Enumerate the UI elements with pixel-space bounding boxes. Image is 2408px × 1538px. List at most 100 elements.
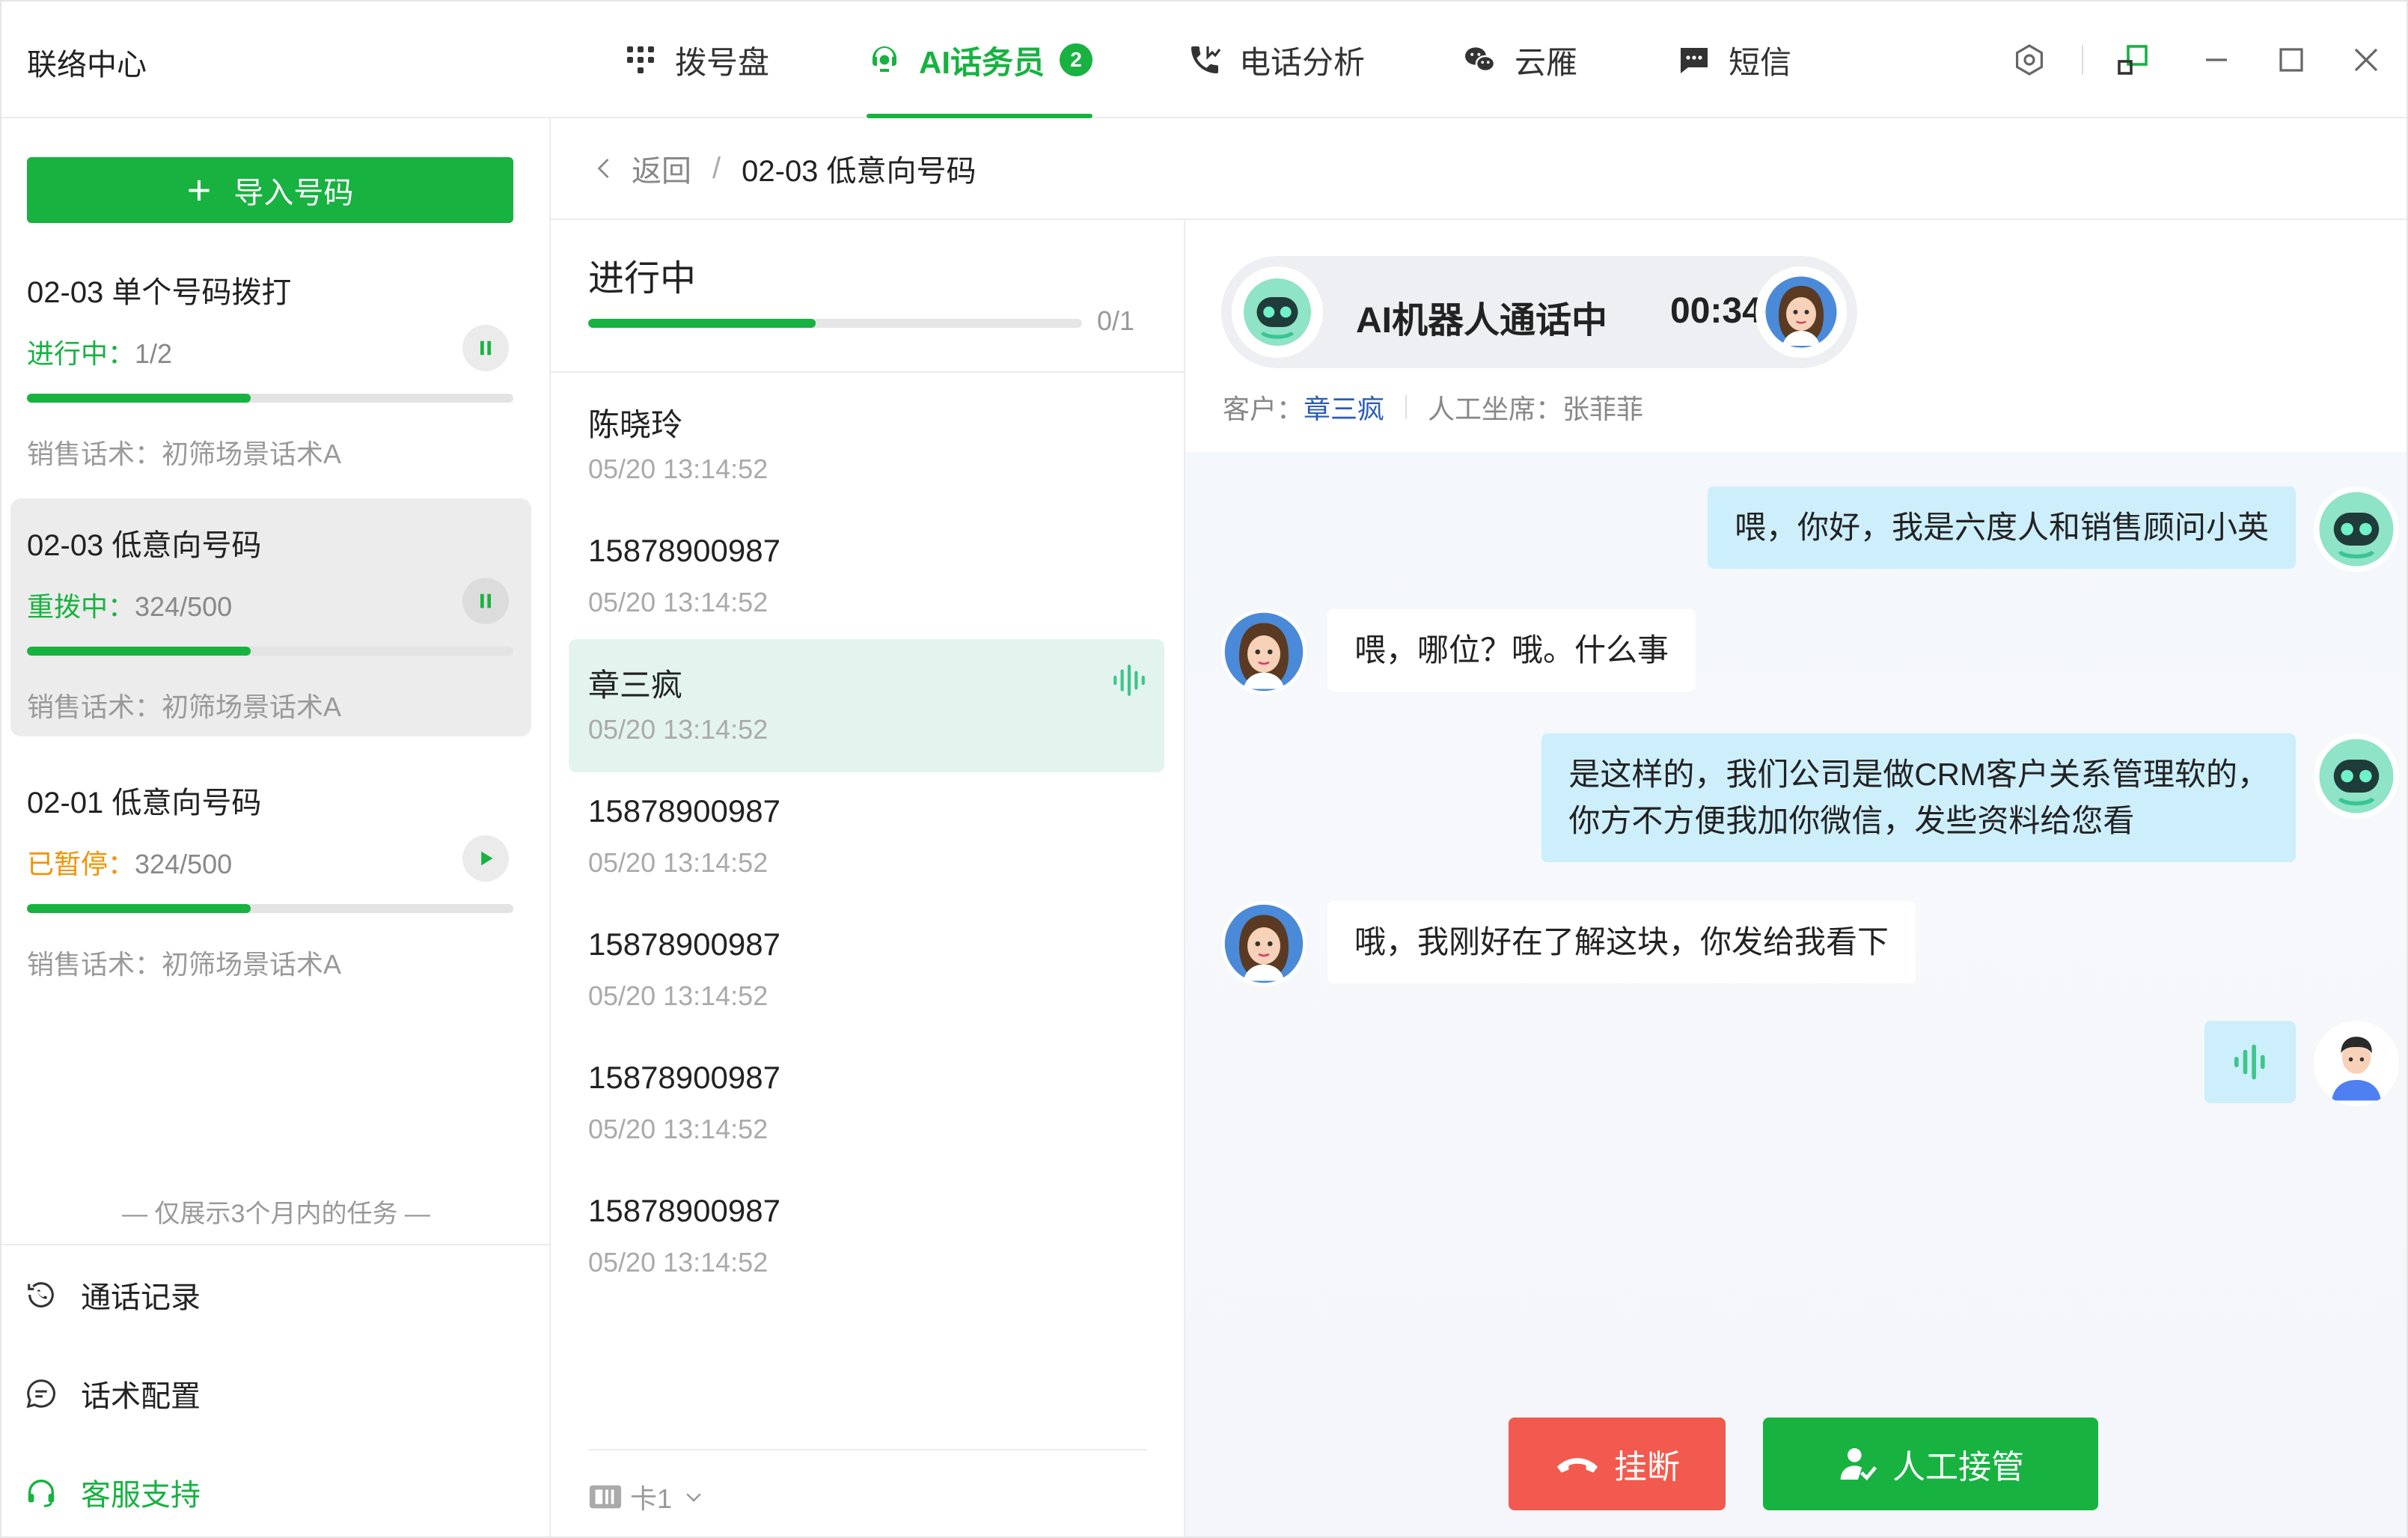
meta-divider bbox=[1405, 395, 1408, 419]
tab-dialpad[interactable]: 拨号盘 bbox=[623, 1, 769, 118]
sidebar-item-script-config[interactable]: 话术配置 bbox=[24, 1371, 201, 1416]
list-item[interactable]: 15878900987 05/20 13:14:52 bbox=[569, 1039, 1164, 1172]
title-bar: 联络中心 拨号盘 AI话务员 2 电话分析 云雁 短信 bbox=[1, 1, 2407, 118]
ai-robot-avatar bbox=[2314, 733, 2399, 819]
sidebar-item-label: 客服支持 bbox=[81, 1479, 201, 1512]
customer-name-link[interactable]: 章三疯 bbox=[1304, 388, 1384, 427]
tab-phone-analysis-label: 电话分析 bbox=[1239, 44, 1366, 80]
task-script: 销售话术：初筛场景话术A bbox=[27, 949, 342, 980]
task-progress-fill bbox=[27, 904, 251, 913]
call-status: AI机器人通话中 bbox=[1356, 301, 1608, 341]
import-numbers-label: 导入号码 bbox=[233, 177, 354, 210]
female-customer-avatar-icon bbox=[1224, 612, 1304, 692]
female-customer-avatar-icon bbox=[1224, 904, 1304, 983]
contact-time: 05/20 13:14:52 bbox=[588, 454, 768, 484]
contact-name: 15878900987 bbox=[588, 1193, 780, 1228]
pause-icon bbox=[480, 593, 491, 608]
message-ai: 是这样的，我们公司是做CRM客户关系管理软的， 你方不方便我加你微信，发些资料给… bbox=[1541, 733, 2399, 862]
customer-label: 客户： bbox=[1223, 394, 1304, 424]
list-item[interactable]: 15878900987 05/20 13:14:52 bbox=[569, 906, 1164, 1039]
sidebar-item-support[interactable]: 客服支持 bbox=[24, 1470, 201, 1515]
call-timer: 00:34 bbox=[1670, 291, 1762, 331]
task-pause-button[interactable] bbox=[462, 325, 509, 371]
hangup-button[interactable]: 挂断 bbox=[1509, 1418, 1726, 1510]
contact-name: 15878900987 bbox=[588, 793, 780, 828]
task-progress-fill bbox=[27, 647, 251, 656]
ai-message-bubble: 喂，你好，我是六度人和销售顾问小英 bbox=[1707, 486, 2296, 569]
dialpad-icon bbox=[627, 46, 654, 73]
headset-icon bbox=[28, 1480, 55, 1507]
hangup-phone-icon bbox=[1556, 1458, 1598, 1473]
human-agent-avatar bbox=[2314, 1021, 2399, 1106]
task-title: 02-03 低意向号码 bbox=[27, 529, 262, 562]
pip-button[interactable] bbox=[2110, 37, 2155, 82]
sim-card-select[interactable]: 卡1 bbox=[588, 1477, 712, 1516]
tab-phone-analysis[interactable]: 电话分析 bbox=[1187, 1, 1365, 118]
list-item[interactable]: 15878900987 05/20 13:14:52 bbox=[569, 1172, 1164, 1305]
task-card-selected[interactable]: 02-03 低意向号码 重拨中：324/500 销售话术：初筛场景话术A bbox=[10, 498, 531, 736]
task-script: 销售话术：初筛场景话术A bbox=[27, 692, 342, 722]
male-agent-avatar-icon bbox=[2317, 1024, 2396, 1103]
agent-name: 张菲菲 bbox=[1562, 394, 1644, 424]
minimize-button[interactable] bbox=[2194, 37, 2239, 82]
hangup-label: 挂断 bbox=[1614, 1449, 1680, 1486]
list-header: 进行中 0/1 bbox=[551, 220, 1185, 373]
ai-message-line: 是这样的，我们公司是做CRM客户关系管理软的， bbox=[1568, 757, 2269, 792]
contact-time: 05/20 13:14:52 bbox=[588, 980, 768, 1011]
agent-label: 人工坐席： bbox=[1428, 394, 1563, 424]
maximize-button[interactable] bbox=[2269, 37, 2314, 82]
contact-time: 05/20 13:14:52 bbox=[588, 847, 768, 878]
contact-name: 15878900987 bbox=[588, 533, 780, 568]
phone-analysis-icon bbox=[1191, 46, 1221, 73]
sidebar-item-call-history[interactable]: 通话记录 bbox=[24, 1272, 201, 1317]
list-item-active[interactable]: 章三疯 05/20 13:14:52 bbox=[569, 639, 1164, 772]
tab-ai-agent[interactable]: AI话务员 2 bbox=[867, 1, 1093, 118]
tab-ai-agent-badge: 2 bbox=[1060, 43, 1093, 76]
import-numbers-button[interactable]: + 导入号码 bbox=[27, 157, 513, 223]
contact-name: 章三疯 bbox=[588, 668, 683, 703]
agent-avatar bbox=[1755, 266, 1847, 358]
message-customer: 哦，我刚好在了解这块，你发给我看下 bbox=[1221, 901, 1916, 986]
task-status: 已暂停：324/500 bbox=[27, 843, 232, 882]
list-item[interactable]: 15878900987 05/20 13:14:52 bbox=[569, 512, 1164, 645]
ai-robot-avatar bbox=[1232, 266, 1323, 358]
task-title: 02-01 低意向号码 bbox=[27, 787, 262, 820]
title-divider bbox=[2082, 45, 2083, 75]
task-progress-bar bbox=[27, 647, 513, 656]
list-progress-fill bbox=[588, 319, 816, 328]
task-card[interactable]: 02-03 单个号码拨打 进行中：1/2 销售话术：初筛场景话术A bbox=[10, 245, 531, 483]
tab-wechat-label: 云雁 bbox=[1515, 44, 1578, 80]
task-card[interactable]: 02-01 低意向号码 已暂停：324/500 销售话术：初筛场景话术A bbox=[10, 756, 531, 994]
retention-note: — 仅展示3个月内的任务 — bbox=[122, 1200, 430, 1228]
list-item[interactable]: 15878900987 05/20 13:14:52 bbox=[569, 772, 1164, 906]
wechat-icon bbox=[1465, 47, 1496, 73]
manual-takeover-button[interactable]: 人工接管 bbox=[1763, 1418, 2098, 1510]
tab-sms[interactable]: 短信 bbox=[1676, 1, 1791, 118]
settings-button[interactable] bbox=[2007, 37, 2052, 82]
task-play-button[interactable] bbox=[462, 835, 509, 882]
back-link[interactable]: 返回 bbox=[591, 147, 691, 190]
voice-message-bubble[interactable] bbox=[2204, 1021, 2296, 1103]
app-title: 联络中心 bbox=[27, 49, 147, 82]
customer-message-bubble: 哦，我刚好在了解这块，你发给我看下 bbox=[1327, 901, 1916, 983]
sidebar-divider bbox=[1, 1244, 551, 1245]
list-item[interactable]: 陈晓玲 05/20 13:14:52 bbox=[569, 379, 1164, 512]
task-status-value: 1/2 bbox=[135, 338, 173, 369]
task-status: 重拨中：324/500 bbox=[27, 585, 232, 624]
back-label: 返回 bbox=[632, 155, 691, 188]
task-status-label: 重拨中： bbox=[27, 591, 135, 622]
close-button[interactable] bbox=[2344, 37, 2389, 82]
contact-time: 05/20 13:14:52 bbox=[588, 1247, 768, 1278]
message-agent-voice bbox=[2204, 1021, 2399, 1106]
robot-icon bbox=[1244, 278, 1311, 346]
customer-message-bubble: 喂，哪位？哦。什么事 bbox=[1327, 609, 1696, 692]
task-status-label: 进行中： bbox=[27, 338, 135, 369]
breadcrumb-current: 02-03 低意向号码 bbox=[742, 155, 977, 188]
tab-sms-label: 短信 bbox=[1729, 44, 1792, 80]
call-history-icon bbox=[28, 1282, 54, 1307]
task-pause-button[interactable] bbox=[462, 578, 509, 624]
task-progress-bar bbox=[27, 904, 513, 913]
list-title: 进行中 bbox=[588, 259, 697, 299]
breadcrumb: 返回 / 02-03 低意向号码 bbox=[551, 118, 2407, 220]
tab-wechat[interactable]: 云雁 bbox=[1462, 1, 1577, 118]
